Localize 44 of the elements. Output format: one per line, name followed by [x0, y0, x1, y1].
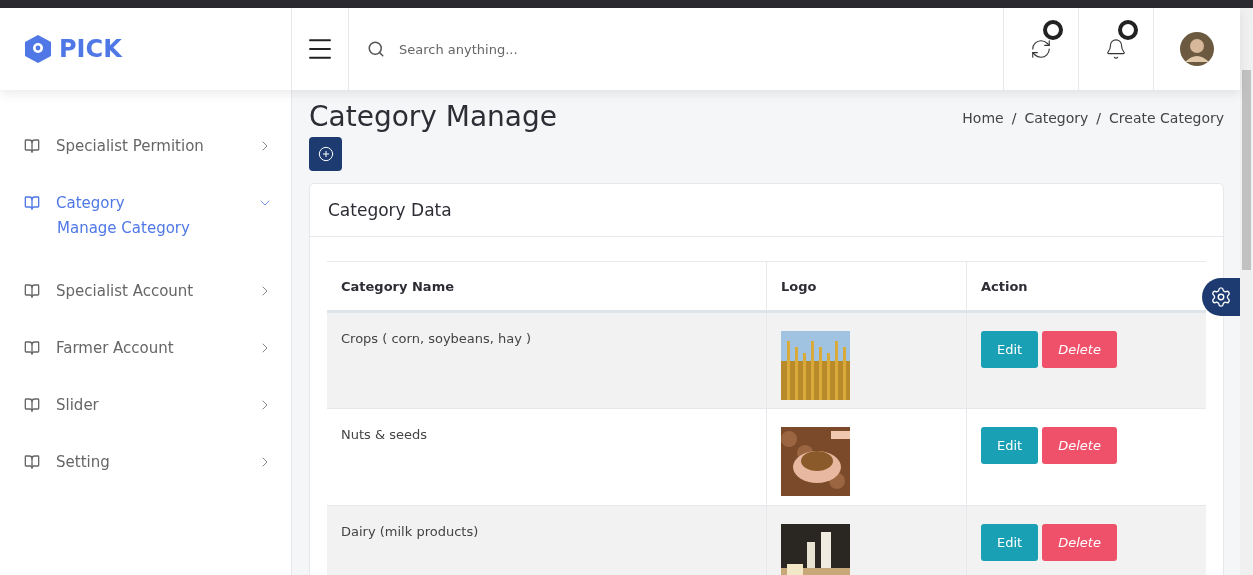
breadcrumb-link[interactable]: Create Category [1109, 110, 1224, 126]
edit-button[interactable]: Edit [981, 427, 1039, 464]
refresh-icon [1030, 38, 1052, 60]
edit-button[interactable]: Edit [981, 524, 1039, 561]
sidebar-item[interactable]: Slider [0, 389, 291, 421]
book-icon [24, 283, 40, 299]
sidebar-item[interactable]: Specialist Permition [0, 130, 291, 162]
sidebar-item[interactable]: Farmer Account [0, 332, 291, 364]
sidebar-subitem[interactable]: Manage Category [0, 219, 291, 245]
sidebar-item[interactable]: Specialist Account [0, 275, 291, 307]
book-icon [24, 454, 40, 470]
book-icon [24, 138, 40, 154]
breadcrumb-link[interactable]: Home [962, 110, 1004, 126]
delete-button[interactable]: Delete [1042, 524, 1117, 561]
sidebar-item[interactable]: Setting [0, 446, 291, 478]
brand-name: PICK [59, 35, 122, 63]
breadcrumb-separator: / [1096, 110, 1102, 126]
bell-icon [1105, 38, 1127, 60]
refresh-button[interactable] [1003, 8, 1078, 90]
plus-icon [317, 146, 334, 162]
card-title: Category Data [310, 184, 1223, 237]
book-icon [24, 340, 40, 356]
menu-button[interactable] [292, 8, 349, 90]
notification-button[interactable] [1078, 8, 1153, 90]
breadcrumb-separator: / [1011, 110, 1017, 126]
avatar-icon [1180, 32, 1214, 66]
add-button[interactable] [309, 137, 342, 171]
settings-icon [1210, 286, 1232, 308]
book-icon [24, 397, 40, 413]
delete-button[interactable]: Delete [1042, 331, 1117, 368]
table-cell: Nuts & seeds [327, 408, 767, 506]
table-cell: Crops ( corn, soybeans, hay ) [327, 311, 767, 409]
table-cell: Dairy (milk products) [327, 505, 767, 575]
book-icon [24, 195, 40, 211]
scrollbar-thumb[interactable] [1242, 70, 1251, 270]
page-title: Category Manage [309, 100, 558, 133]
breadcrumb-link[interactable]: Category [1024, 110, 1089, 126]
edit-button[interactable]: Edit [981, 331, 1039, 368]
settings-button[interactable] [1202, 278, 1240, 316]
logo-icon [25, 35, 51, 63]
search-icon [367, 40, 385, 58]
delete-button[interactable]: Delete [1042, 427, 1117, 464]
avatar-button[interactable] [1153, 8, 1240, 90]
sidebar-item[interactable]: Category [0, 187, 291, 219]
